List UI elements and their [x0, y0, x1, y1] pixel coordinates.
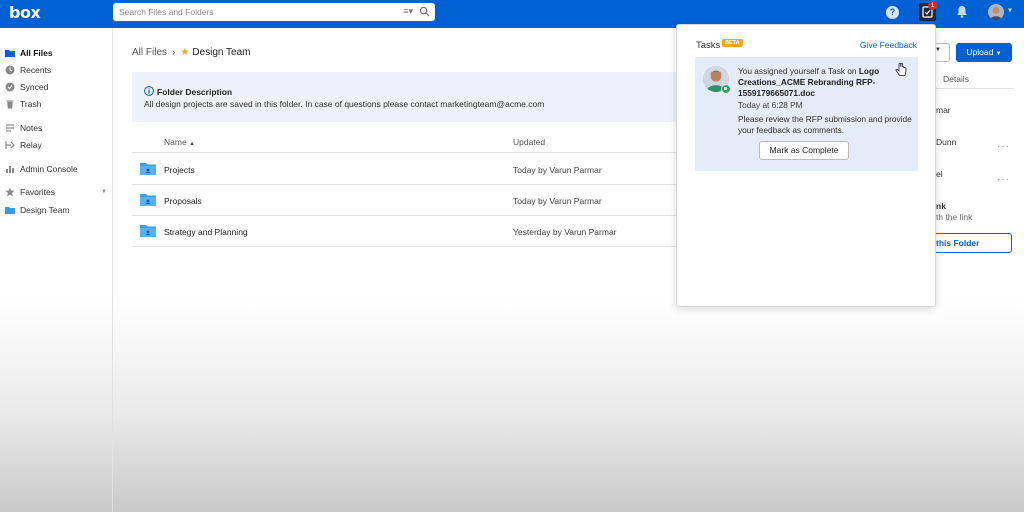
bar-chart-icon — [6, 166, 14, 173]
sidebar-item-label: Admin Console — [20, 164, 78, 174]
breadcrumb-current: Design Team — [192, 47, 251, 58]
collaborator-name: Dunn — [936, 137, 957, 147]
folder-description-title: Folder Description — [157, 87, 233, 97]
task-description: You assigned yourself a Task on Logo Cre… — [738, 66, 908, 99]
task-timestamp: Today at 6:28 PM — [738, 100, 803, 110]
star-icon: ★ — [180, 47, 190, 58]
collaborator-name: mar — [936, 105, 951, 115]
hand-cursor-icon — [895, 63, 907, 76]
folder-icon — [140, 225, 156, 237]
clock-icon — [5, 65, 15, 75]
shared-link-subtitle: th the link — [936, 212, 973, 222]
sidebar-item-all-files[interactable]: All Files — [5, 46, 53, 60]
folder-icon — [5, 50, 15, 57]
task-item[interactable]: You assigned yourself a Task on Logo Cre… — [695, 57, 918, 171]
column-header-label: Name — [164, 137, 187, 147]
search-input[interactable]: Search Files and Folders ≡▾ — [113, 3, 435, 21]
info-icon — [144, 86, 154, 96]
favorites-collapse-icon[interactable]: ▼ — [101, 189, 107, 195]
divider — [132, 215, 677, 216]
box-logo[interactable]: box — [9, 3, 41, 22]
folder-icon — [5, 207, 15, 214]
sidebar-item-label: Notes — [20, 123, 43, 133]
avatar-image — [988, 4, 1004, 20]
mark-as-complete-button[interactable]: Mark as Complete — [759, 141, 849, 160]
chevron-right-icon: › — [172, 47, 176, 58]
upload-button[interactable]: Upload ▼ — [956, 43, 1012, 62]
divider — [936, 88, 1014, 89]
chevron-down-icon: ▼ — [995, 51, 1002, 57]
shared-link-title: nk — [936, 201, 946, 211]
more-options-icon[interactable]: ··· — [997, 141, 1010, 152]
task-message: Please review the RFP submission and pro… — [738, 114, 912, 135]
sidebar-item-label: Recents — [20, 65, 52, 75]
sidebar-item-label: Trash — [20, 99, 42, 109]
row-name[interactable]: Projects — [164, 165, 195, 175]
column-header-name[interactable]: Name ▲ — [164, 137, 195, 147]
notes-icon — [6, 124, 14, 132]
divider — [132, 184, 677, 185]
column-header-updated[interactable]: Updated — [513, 137, 545, 147]
sidebar-item-recents[interactable]: Recents — [5, 63, 51, 77]
folder-description-box: Folder Description All design projects a… — [132, 72, 677, 122]
sidebar-item-label: Favorites — [20, 187, 55, 197]
sidebar-item-notes[interactable]: Notes — [5, 121, 42, 135]
folder-description-text: All design projects are saved in this fo… — [144, 99, 545, 109]
relay-icon — [5, 141, 15, 149]
breadcrumb: All Files › ★ Design Team — [132, 47, 251, 58]
sidebar-item-trash[interactable]: Trash — [5, 97, 41, 111]
row-updated: Yesterday by Varun Parmar — [513, 227, 617, 237]
sidebar-item-label: Relay — [20, 140, 42, 150]
divider — [132, 246, 677, 247]
tasks-count-badge: 1 — [928, 1, 937, 10]
sidebar-item-favorites[interactable]: Favorites — [5, 185, 55, 199]
sidebar-item-synced[interactable]: Synced — [5, 80, 48, 94]
sidebar-item-label: Design Team — [20, 205, 70, 215]
task-prefix: You assigned yourself a Task on — [738, 66, 859, 76]
row-name[interactable]: Proposals — [164, 196, 202, 206]
help-icon[interactable]: ? — [886, 6, 899, 19]
row-updated: Today by Varun Parmar — [513, 196, 602, 206]
more-options-icon[interactable]: ··· — [997, 174, 1010, 185]
sidebar-item-relay[interactable]: Relay — [5, 138, 42, 152]
star-icon — [5, 187, 15, 197]
folder-icon — [140, 194, 156, 206]
breadcrumb-root[interactable]: All Files — [132, 47, 167, 58]
sidebar-item-design-team[interactable]: Design Team — [5, 203, 69, 217]
folder-icon — [140, 163, 156, 175]
chevron-down-icon[interactable]: ▼ — [1007, 8, 1013, 14]
check-icon — [724, 87, 727, 90]
trash-icon — [6, 100, 14, 109]
search-placeholder: Search Files and Folders — [119, 7, 214, 17]
search-icon[interactable] — [419, 6, 430, 17]
sidebar-item-admin-console[interactable]: Admin Console — [5, 162, 78, 176]
row-updated: Today by Varun Parmar — [513, 165, 602, 175]
sidebar-item-label: Synced — [20, 82, 49, 92]
sidebar-item-label: All Files — [20, 48, 53, 58]
row-name[interactable]: Strategy and Planning — [164, 227, 248, 237]
popover-title: Tasks — [696, 40, 721, 51]
upload-label: Upload — [966, 47, 994, 57]
bell-icon[interactable] — [956, 5, 968, 18]
beta-badge: BETA — [722, 39, 743, 47]
search-filter-icon[interactable]: ≡▾ — [403, 6, 413, 17]
give-feedback-link[interactable]: Give Feedback — [860, 40, 917, 50]
task-status-icon — [721, 84, 731, 94]
user-avatar[interactable] — [988, 4, 1004, 20]
collaborator-name: el — [936, 169, 943, 179]
check-circle-icon — [5, 82, 15, 92]
tab-details[interactable]: Details — [943, 74, 969, 84]
sort-ascending-icon: ▲ — [189, 141, 196, 147]
divider — [132, 152, 677, 153]
